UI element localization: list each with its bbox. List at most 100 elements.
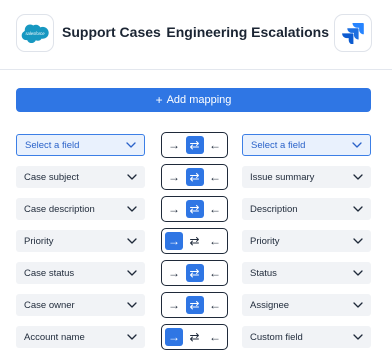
direction-both-button[interactable]: ⇄	[185, 168, 204, 186]
chevron-down-icon	[127, 204, 137, 214]
mapping-row: Case description → ⇄ ← Description	[16, 196, 371, 222]
arrows-bidirectional-icon: ⇄	[189, 234, 200, 248]
arrow-right-icon: →	[168, 266, 180, 280]
direction-right-button[interactable]: →	[165, 168, 183, 186]
source-field-label: Select a field	[25, 139, 80, 151]
chevron-down-icon	[127, 236, 137, 246]
target-field-select[interactable]: Custom field	[242, 326, 371, 348]
arrow-right-icon: →	[168, 170, 180, 184]
source-field-select[interactable]: Select a field	[16, 134, 145, 156]
direction-right-button[interactable]: →	[165, 232, 183, 250]
arrow-right-icon: →	[168, 138, 180, 152]
direction-both-button[interactable]: ⇄	[185, 296, 204, 314]
arrow-left-icon: ←	[209, 170, 221, 184]
direction-both-button[interactable]: ⇄	[186, 328, 204, 346]
chevron-down-icon	[126, 140, 136, 150]
target-field-select[interactable]: Assignee	[242, 294, 371, 316]
direction-left-button[interactable]: ←	[206, 264, 224, 282]
target-field-label: Priority	[250, 235, 280, 247]
chevron-down-icon	[353, 204, 363, 214]
add-mapping-label: Add mapping	[166, 94, 232, 106]
target-field-select[interactable]: Status	[242, 262, 371, 284]
chevron-down-icon	[127, 268, 137, 278]
arrow-left-icon: ←	[209, 202, 221, 216]
jira-icon	[342, 23, 364, 44]
source-field-label: Case owner	[24, 299, 75, 311]
arrows-bidirectional-icon: ⇄	[189, 202, 200, 216]
mapping-row: Case status → ⇄ ← Status	[16, 260, 371, 286]
direction-left-button[interactable]: ←	[206, 232, 224, 250]
direction-both-button[interactable]: ⇄	[186, 232, 204, 250]
direction-right-button[interactable]: →	[165, 136, 183, 154]
mapping-row: Priority → ⇄ ← Priority	[16, 228, 371, 254]
direction-both-button[interactable]: ⇄	[185, 136, 204, 154]
direction-both-button[interactable]: ⇄	[185, 264, 204, 282]
direction-left-button[interactable]: ←	[206, 200, 224, 218]
target-field-select[interactable]: Select a field	[242, 134, 371, 156]
arrows-bidirectional-icon: ⇄	[189, 138, 200, 152]
direction-toggle: → ⇄ ←	[161, 324, 228, 350]
target-field-select[interactable]: Priority	[242, 230, 371, 252]
mapping-row: Case owner → ⇄ ← Assignee	[16, 292, 371, 318]
direction-left-button[interactable]: ←	[206, 296, 224, 314]
target-field-label: Description	[250, 203, 298, 215]
arrow-left-icon: ←	[209, 298, 221, 312]
arrow-left-icon: ←	[209, 234, 221, 248]
chevron-down-icon	[127, 300, 137, 310]
chevron-down-icon	[127, 332, 137, 342]
direction-left-button[interactable]: ←	[206, 136, 224, 154]
chevron-down-icon	[353, 236, 363, 246]
source-field-label: Account name	[24, 331, 85, 343]
target-field-select[interactable]: Issue summary	[242, 166, 371, 188]
target-field-select[interactable]: Description	[242, 198, 371, 220]
target-field-label: Status	[250, 267, 277, 279]
mapping-row: Account name → ⇄ ← Custom field	[16, 324, 371, 350]
source-field-label: Case status	[24, 267, 75, 279]
direction-right-button[interactable]: →	[165, 296, 183, 314]
integration-header: salesforce Support Cases Engineering Esc…	[0, 0, 392, 70]
chevron-down-icon	[353, 172, 363, 182]
direction-both-button[interactable]: ⇄	[185, 200, 204, 218]
chevron-down-icon	[127, 172, 137, 182]
direction-toggle: → ⇄ ←	[161, 164, 228, 190]
arrow-right-icon: →	[168, 330, 180, 344]
target-field-label: Select a field	[251, 139, 306, 151]
arrow-left-icon: ←	[209, 266, 221, 280]
source-field-label: Case description	[24, 203, 95, 215]
source-field-select[interactable]: Case status	[16, 262, 145, 284]
source-field-label: Case subject	[24, 171, 79, 183]
target-field-label: Assignee	[250, 299, 290, 311]
arrow-left-icon: ←	[209, 330, 221, 344]
direction-right-button[interactable]: →	[165, 328, 183, 346]
salesforce-cloud-icon: salesforce	[21, 24, 49, 43]
target-field-label: Issue summary	[250, 171, 315, 183]
arrow-left-icon: ←	[209, 138, 221, 152]
plus-icon: +	[155, 93, 163, 107]
direction-toggle: → ⇄ ←	[161, 196, 228, 222]
source-field-select[interactable]: Account name	[16, 326, 145, 348]
source-field-select[interactable]: Case subject	[16, 166, 145, 188]
salesforce-logo-text: salesforce	[25, 31, 45, 36]
add-mapping-button[interactable]: + Add mapping	[16, 88, 371, 112]
direction-right-button[interactable]: →	[165, 264, 183, 282]
target-field-label: Custom field	[250, 331, 303, 343]
jira-logo-tile	[334, 14, 372, 52]
direction-right-button[interactable]: →	[165, 200, 183, 218]
arrows-bidirectional-icon: ⇄	[189, 330, 200, 344]
arrow-right-icon: →	[168, 298, 180, 312]
source-field-label: Priority	[24, 235, 54, 247]
arrow-right-icon: →	[168, 202, 180, 216]
chevron-down-icon	[353, 268, 363, 278]
source-field-select[interactable]: Case description	[16, 198, 145, 220]
arrow-right-icon: →	[168, 234, 180, 248]
salesforce-logo-tile: salesforce	[16, 14, 54, 52]
direction-toggle: → ⇄ ←	[161, 292, 228, 318]
mapping-row: Case subject → ⇄ ← Issue summary	[16, 164, 371, 190]
arrows-bidirectional-icon: ⇄	[189, 170, 200, 184]
target-app-name: Engineering Escalations	[166, 24, 329, 40]
direction-left-button[interactable]: ←	[206, 168, 224, 186]
source-field-select[interactable]: Case owner	[16, 294, 145, 316]
arrows-bidirectional-icon: ⇄	[189, 298, 200, 312]
direction-left-button[interactable]: ←	[206, 328, 224, 346]
source-field-select[interactable]: Priority	[16, 230, 145, 252]
